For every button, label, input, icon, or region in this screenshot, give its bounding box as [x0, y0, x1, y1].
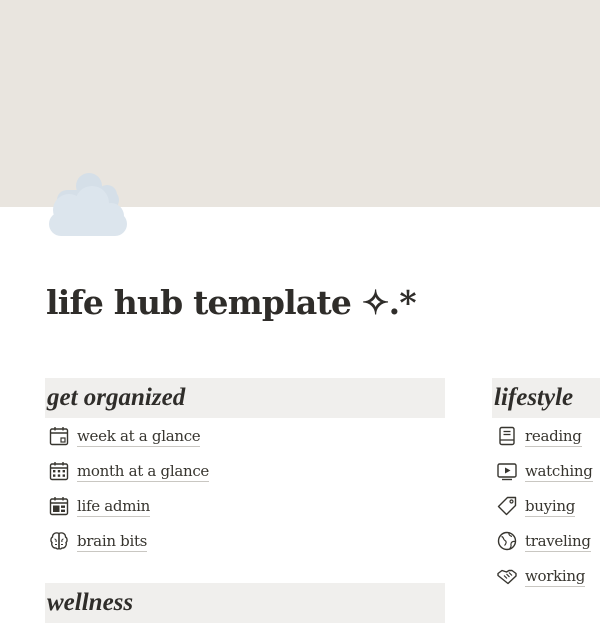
calendar-month-icon: [48, 460, 70, 482]
link-label: week at a glance: [77, 426, 201, 447]
section-header-lifestyle: lifestyle: [492, 378, 600, 418]
brain-icon: [48, 530, 70, 552]
link-label: brain bits: [77, 531, 148, 552]
calendar-week-icon: [48, 425, 70, 447]
link-traveling[interactable]: traveling: [496, 530, 591, 552]
link-label: watching: [525, 461, 593, 482]
link-reading[interactable]: reading: [496, 425, 582, 447]
link-life-admin[interactable]: life admin: [48, 495, 150, 517]
link-watching[interactable]: watching: [496, 460, 593, 482]
link-working[interactable]: working: [496, 565, 585, 587]
section-header-wellness: wellness: [45, 583, 445, 623]
link-label: traveling: [525, 531, 591, 552]
link-label: buying: [525, 496, 575, 517]
link-brain-bits[interactable]: brain bits: [48, 530, 147, 552]
link-label: working: [525, 566, 586, 587]
calendar-admin-icon: [48, 495, 70, 517]
section-title: get organized: [47, 384, 186, 411]
link-month-at-a-glance[interactable]: month at a glance: [48, 460, 209, 482]
price-tag-icon: [496, 495, 518, 517]
book-icon: [496, 425, 518, 447]
cloud-icon[interactable]: [47, 166, 127, 238]
page-title: life hub template ✧.*: [46, 283, 417, 322]
section-header-get-organized: get organized: [45, 378, 445, 418]
link-label: life admin: [77, 496, 151, 517]
link-label: reading: [525, 426, 582, 447]
handshake-icon: [496, 565, 518, 587]
link-buying[interactable]: buying: [496, 495, 575, 517]
section-title: lifestyle: [494, 384, 574, 411]
link-label: month at a glance: [77, 461, 210, 482]
section-title: wellness: [47, 589, 134, 616]
link-week-at-a-glance[interactable]: week at a glance: [48, 425, 201, 447]
globe-icon: [496, 530, 518, 552]
tv-play-icon: [496, 460, 518, 482]
